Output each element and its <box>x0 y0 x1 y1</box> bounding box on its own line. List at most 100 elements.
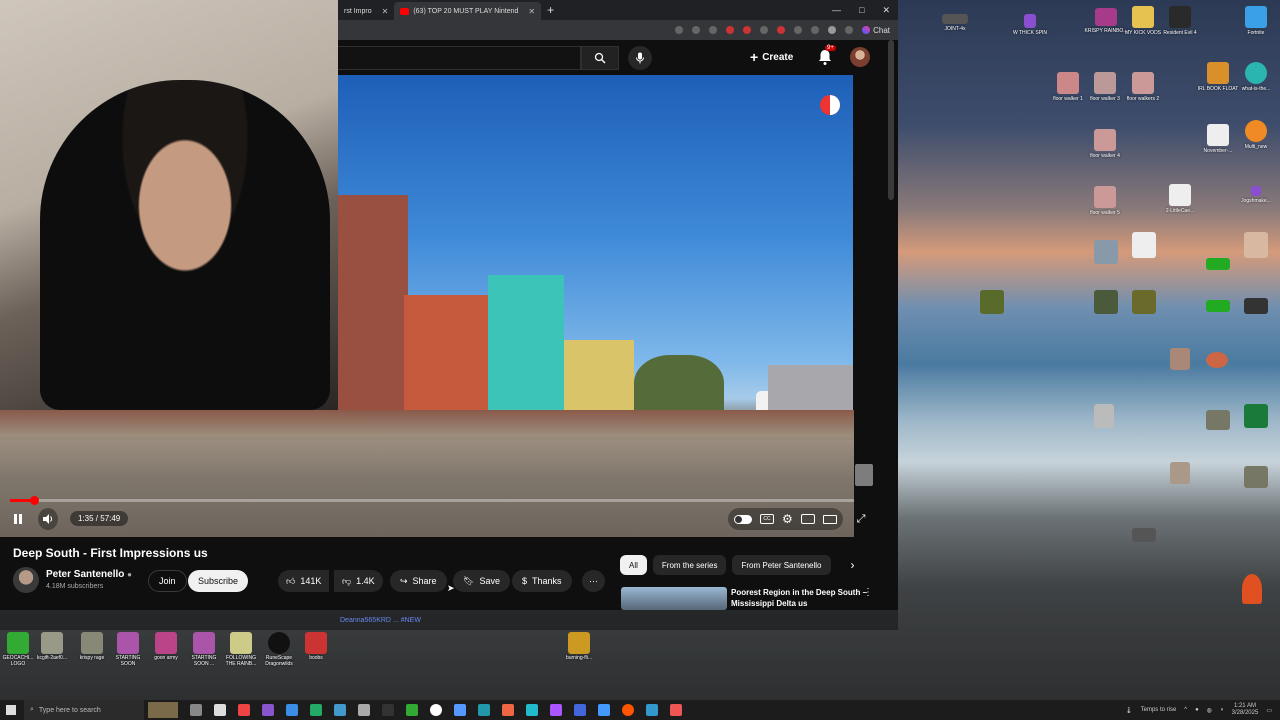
recommended-video[interactable]: Poorest Region in the Deep South – Missi… <box>621 587 897 610</box>
taskbar-app-icon[interactable] <box>670 704 682 716</box>
desktop-icon[interactable]: JOINT-4x <box>929 14 981 32</box>
taskbar-app-icon[interactable] <box>310 704 322 716</box>
close-window-button[interactable]: ✕ <box>882 5 890 16</box>
task-view-icon[interactable] <box>190 704 202 716</box>
extension-icon[interactable] <box>777 26 786 34</box>
taskbar-app-icon[interactable] <box>334 704 346 716</box>
thanks-button[interactable]: $ Thanks <box>512 570 572 592</box>
voice-search-button[interactable] <box>628 46 652 70</box>
like-button[interactable]: 👍︎ 141K <box>278 570 330 592</box>
bookmark-star-icon[interactable] <box>709 26 718 34</box>
taskbar-app-icon[interactable] <box>382 704 394 716</box>
windows-start-icon[interactable] <box>6 705 16 715</box>
minimize-button[interactable]: — <box>832 5 841 16</box>
volume-tray-icon[interactable]: ◖ <box>1220 707 1224 713</box>
recommended-title[interactable]: Poorest Region in the Deep South – Missi… <box>731 587 871 609</box>
subscribe-button[interactable]: Subscribe <box>188 570 249 592</box>
taskbar-app-icon[interactable] <box>454 704 466 716</box>
zoom-icon[interactable] <box>675 26 684 34</box>
video-progress-handle[interactable] <box>29 496 39 505</box>
desktop-icon[interactable]: what-is-the... <box>1230 62 1280 92</box>
volume-button[interactable] <box>38 508 58 530</box>
desktop-icon[interactable]: kcgift-2aef0... <box>34 632 70 661</box>
maximize-button[interactable]: □ <box>859 5 864 16</box>
network-icon[interactable]: ◍ <box>1207 707 1212 714</box>
channel-watermark-icon[interactable] <box>818 93 842 117</box>
desktop-icon[interactable]: 2-LittleCae... <box>1154 184 1206 214</box>
browser-tab[interactable]: rst Impro ✕ <box>338 2 395 20</box>
dislike-button[interactable]: 👎︎ 1.4K <box>334 570 383 592</box>
desktop-icon[interactable]: Multi_new <box>1230 120 1280 150</box>
desktop-icon[interactable]: floor walker 4 <box>1079 129 1131 159</box>
save-button[interactable]: 🔖︎ Save <box>453 570 510 592</box>
new-tab-button[interactable]: + <box>547 3 554 17</box>
settings-gear-icon[interactable]: ⚙ <box>782 512 793 526</box>
chip-from-series[interactable]: From the series <box>652 555 727 575</box>
taskbar-app-icon[interactable] <box>262 704 274 716</box>
taskbar-app-icon[interactable] <box>550 704 562 716</box>
desktop-icon[interactable]: goon army <box>148 632 184 661</box>
close-tab-icon[interactable]: ✕ <box>382 7 389 16</box>
recommended-menu-icon[interactable]: ⋮ <box>863 587 873 598</box>
profile-icon[interactable] <box>828 26 837 34</box>
fullscreen-button[interactable]: ⤢ <box>851 508 871 530</box>
pause-button[interactable] <box>8 508 28 530</box>
extension-icon[interactable] <box>743 26 752 34</box>
extension-icon[interactable] <box>794 26 803 34</box>
create-button[interactable]: + Create <box>750 49 793 65</box>
captions-icon[interactable]: CC <box>760 514 774 524</box>
search-button[interactable] <box>581 46 619 70</box>
join-button[interactable]: Join <box>148 570 187 592</box>
recommended-thumbnail[interactable] <box>621 587 727 610</box>
extension-icon[interactable] <box>692 26 701 34</box>
extension-icon[interactable] <box>760 26 769 34</box>
share-button[interactable]: ↪ Share <box>390 570 447 592</box>
miniplayer-icon[interactable] <box>800 514 815 524</box>
chip-from-channel[interactable]: From Peter Santenello <box>732 555 831 575</box>
taskbar-search[interactable]: ⌕ Type here to search <box>24 700 144 720</box>
desktop-icon[interactable]: STARTING SOON <box>110 632 146 667</box>
taskbar-app-icon[interactable] <box>406 704 418 716</box>
taskbar-app-icon[interactable] <box>526 704 538 716</box>
chips-next-chevron-icon[interactable]: › <box>851 555 855 575</box>
desktop-icon[interactable]: FOLLOWING THE RAINB... <box>223 632 259 667</box>
taskbar-app-icon[interactable] <box>622 704 634 716</box>
desktop-icon[interactable]: Jogshmake... <box>1230 186 1280 204</box>
desktop-icon[interactable]: RuneScape Dragonwilds <box>261 632 297 667</box>
desktop-icon[interactable]: STARTING SOON ... <box>186 632 222 667</box>
clock[interactable]: 1:21 AM 3/28/2025 <box>1232 703 1259 717</box>
page-scrollbar[interactable] <box>888 40 894 200</box>
taskbar-app-icon[interactable] <box>478 704 490 716</box>
extension-icon[interactable] <box>726 26 735 34</box>
desktop-icon[interactable]: W THICK SPIN <box>1004 14 1056 36</box>
taskbar-app-icon[interactable] <box>574 704 586 716</box>
desktop-icon[interactable]: GEOCACHI... LOGO <box>0 632 36 667</box>
chat-button[interactable]: Chat <box>862 26 890 35</box>
side-panel-avatar[interactable] <box>855 464 873 486</box>
desktop-icon[interactable]: Fortnite <box>1230 6 1280 36</box>
desktop-icon[interactable]: burning-fli... <box>561 632 597 661</box>
taskbar-app-icon[interactable] <box>646 704 658 716</box>
extension-icon[interactable] <box>811 26 820 34</box>
desktop-icon[interactable]: Resident Evil 4 <box>1154 6 1206 36</box>
tray-chevron-icon[interactable]: ^ <box>1184 707 1187 713</box>
taskbar-app-icon[interactable] <box>214 704 226 716</box>
channel-name[interactable]: Peter Santenello ● <box>46 569 132 580</box>
menu-dots-icon[interactable] <box>845 26 854 34</box>
browser-tab-active[interactable]: (63) TOP 20 MUST PLAY Nintend ✕ <box>394 2 542 20</box>
taskbar-app-icon[interactable] <box>430 704 442 716</box>
channel-avatar[interactable] <box>13 567 39 593</box>
taskbar-thumbnail[interactable] <box>148 702 178 718</box>
autoplay-toggle[interactable] <box>734 514 752 524</box>
video-progress-bar[interactable] <box>10 496 854 505</box>
weather-icon[interactable]: 🌡︎ <box>1125 707 1133 714</box>
chip-all[interactable]: All <box>620 555 647 575</box>
microphone-tray-icon[interactable]: ● <box>1195 707 1199 713</box>
desktop-icon[interactable]: boobs <box>298 632 334 661</box>
taskbar-app-icon[interactable] <box>238 704 250 716</box>
tray-weather-text[interactable]: Temps to rise <box>1141 707 1177 713</box>
search-input[interactable] <box>338 46 581 70</box>
desktop-icon[interactable]: floor walkers 2 <box>1117 72 1169 102</box>
taskbar-app-icon[interactable] <box>598 704 610 716</box>
desktop-icon[interactable]: floor walker 5 <box>1079 186 1131 216</box>
